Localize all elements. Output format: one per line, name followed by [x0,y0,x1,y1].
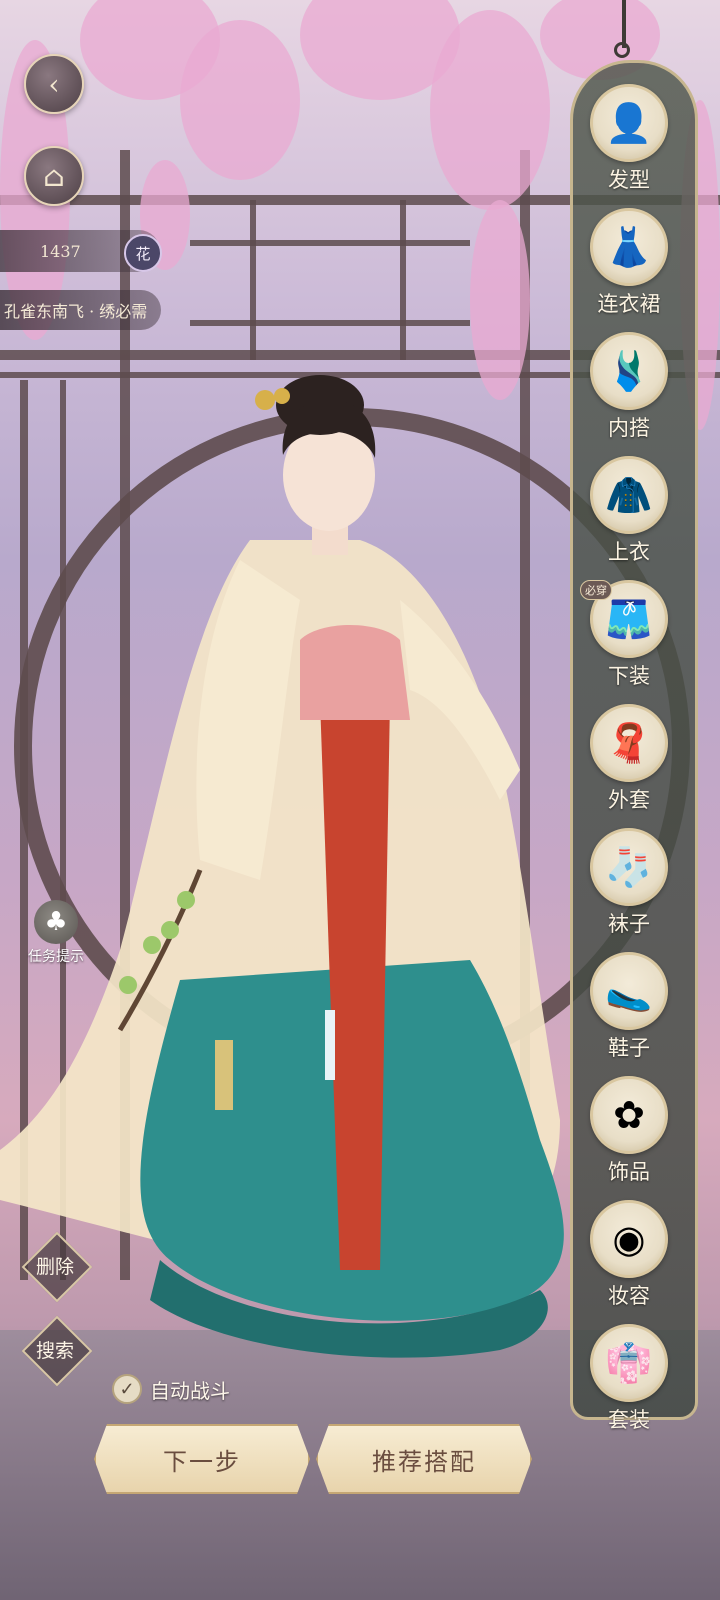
category-label: 饰品 [608,1160,650,1184]
category-socks[interactable]: 🧦 袜子 [584,828,674,938]
clover-icon: ♣ [34,900,78,944]
checkmark-icon[interactable]: ✓ [112,1374,142,1404]
hairstyle-icon: 👤 [590,84,668,162]
category-label: 袜子 [608,912,650,936]
task-hint-button[interactable]: ♣ 任务提示 [18,900,94,966]
category-inner-wear[interactable]: 🩱 内搭 [584,332,674,442]
currency-badge[interactable]: 花 [124,234,162,272]
rail-hook [622,0,626,48]
back-icon: ‹ [48,67,60,101]
task-hint-label: 任务提示 [28,949,84,965]
category-outfit-set[interactable]: 👘 套装 [584,1324,674,1434]
category-label: 外套 [608,788,650,812]
top-icon: 🧥 [590,456,668,534]
category-label: 鞋子 [608,1036,650,1060]
category-label: 下装 [608,664,650,688]
back-button[interactable]: ‹ [24,54,84,114]
quest-title: 孔雀东南飞 · 绣必需 [0,290,162,330]
auto-battle-label: 自动战斗 [150,1378,230,1403]
category-label: 内搭 [608,416,650,440]
dress-icon: 👗 [590,208,668,286]
makeup-icon: ◉ [590,1200,668,1278]
required-tag: 必穿 [580,580,612,600]
socks-icon: 🧦 [590,828,668,906]
category-dress[interactable]: 👗 连衣裙 [584,208,674,318]
category-hairstyle[interactable]: 👤 发型 [584,84,674,194]
currency-amount: 1437 [40,241,81,261]
hairpin-icon: ✿ [590,1076,668,1154]
recommend-outfit-button[interactable]: 推荐搭配 [316,1424,532,1494]
delete-label: 删除 [35,1256,74,1278]
home-button[interactable]: ⌂ [24,146,84,206]
category-label: 连衣裙 [597,292,661,316]
category-skirt[interactable]: 🩳 必穿 下装 [580,580,674,690]
category-label: 套装 [608,1408,650,1432]
category-accessories[interactable]: ✿ 饰品 [584,1076,674,1186]
auto-battle-toggle[interactable]: ✓ 自动战斗 [112,1374,230,1404]
category-makeup[interactable]: ◉ 妆容 [584,1200,674,1310]
category-label: 发型 [608,168,650,192]
outfit-set-icon: 👘 [590,1324,668,1402]
category-coat[interactable]: 🧣 外套 [584,704,674,814]
next-step-button[interactable]: 下一步 [94,1424,310,1494]
category-label: 妆容 [608,1284,650,1308]
inner-wear-icon: 🩱 [590,332,668,410]
category-shoes[interactable]: 🥿 鞋子 [584,952,674,1062]
shoes-icon: 🥿 [590,952,668,1030]
category-top[interactable]: 🧥 上衣 [584,456,674,566]
search-label: 搜索 [35,1340,74,1362]
delete-button[interactable]: 删除 [21,1231,93,1303]
coat-icon: 🧣 [590,704,668,782]
rail-hook-ring [614,42,630,58]
search-button[interactable]: 搜索 [21,1315,93,1387]
pavilion-icon: ⌂ [43,159,65,193]
category-label: 上衣 [608,540,650,564]
